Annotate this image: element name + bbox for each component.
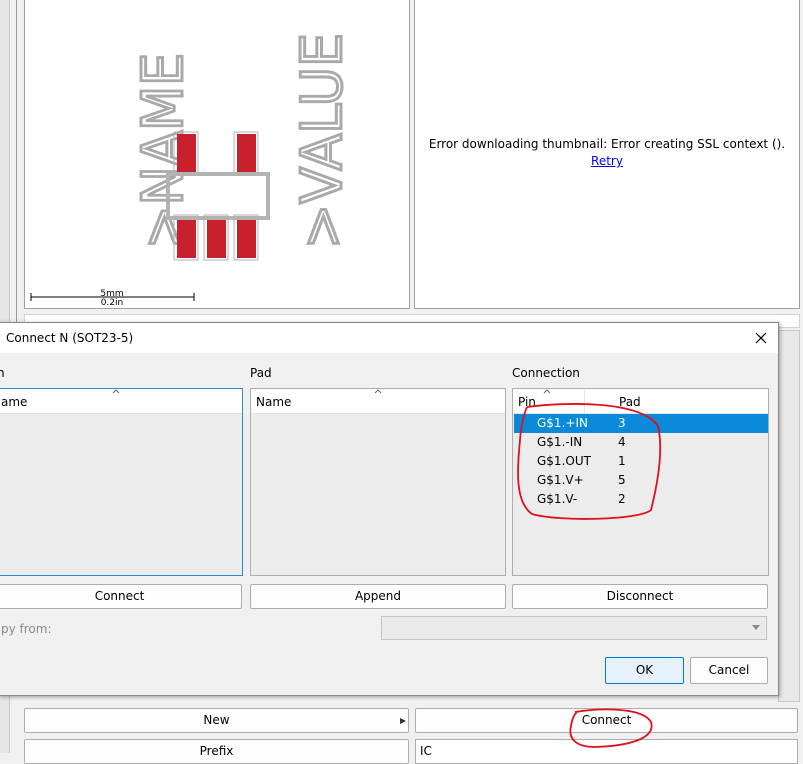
pin-col-header: ame <box>1 395 28 409</box>
connection-pin: G$1.V+ <box>537 473 584 487</box>
retry-link[interactable]: Retry <box>415 154 799 168</box>
connection-pad: 5 <box>618 473 626 487</box>
pad-section-label: Pad <box>250 366 272 380</box>
pin-list-header[interactable]: ame <box>0 389 242 414</box>
connection-row[interactable]: G$1.V+ 5 <box>514 471 768 490</box>
background-panel <box>778 330 800 702</box>
connection-row[interactable]: G$1.+IN 3 <box>514 414 768 433</box>
close-icon[interactable] <box>751 328 771 348</box>
scale-bar: 5mm 0.2in <box>30 289 195 308</box>
new-label: New <box>203 713 230 727</box>
connection-pin-header[interactable]: Pin <box>518 395 536 409</box>
connection-pad: 1 <box>618 454 626 468</box>
connection-list[interactable]: Pin Pad G$1.+IN 3 G$1.-IN 4 G$1.OUT 1 G$… <box>512 388 769 576</box>
connection-pad: 2 <box>618 492 626 506</box>
sort-arrow-icon <box>374 389 382 394</box>
connection-row[interactable]: G$1.V- 2 <box>514 490 768 509</box>
copy-from-label: py from: <box>1 622 52 636</box>
prefix-button[interactable]: Prefix <box>24 739 409 764</box>
append-button[interactable]: Append <box>250 584 506 609</box>
sort-arrow-icon <box>543 389 551 394</box>
cancel-button[interactable]: Cancel <box>690 657 768 684</box>
sort-arrow-icon <box>112 389 120 394</box>
pad-list-header[interactable]: Name <box>251 389 505 414</box>
connection-pad-header[interactable]: Pad <box>619 395 641 409</box>
connect-dialog: Connect N (SOT23-5) n ame Pad Name Conne… <box>0 322 779 696</box>
copy-from-select[interactable] <box>381 616 767 640</box>
connection-pin: G$1.+IN <box>537 416 588 430</box>
thumbnail-panel: Error downloading thumbnail: Error creat… <box>414 0 800 309</box>
pad-bottom-right <box>233 214 259 261</box>
connection-pin: G$1.OUT <box>537 454 591 468</box>
connection-rows: G$1.+IN 3 G$1.-IN 4 G$1.OUT 1 G$1.V+ 5 G… <box>513 414 768 514</box>
connection-pad: 3 <box>618 416 626 430</box>
prefix-field[interactable]: IC <box>415 739 798 764</box>
pad-col-header: Name <box>256 395 292 409</box>
dialog-title: Connect N (SOT23-5) <box>6 331 134 345</box>
connection-pin: G$1.V- <box>537 492 578 506</box>
connect-button[interactable]: Connect <box>0 584 242 609</box>
pad-top-right <box>233 131 259 176</box>
connection-pin: G$1.-IN <box>537 435 583 449</box>
prefix-value: IC <box>420 744 432 758</box>
connection-list-header[interactable]: Pin Pad <box>513 389 768 414</box>
dropdown-arrow-icon <box>400 718 406 724</box>
footprint-drawing: >NAME >VALUE 5mm 0.2in <box>30 32 357 308</box>
value-label: >VALUE <box>290 33 355 249</box>
connection-section-label: Connection <box>512 366 580 380</box>
window-left-divider <box>16 0 17 330</box>
disconnect-button[interactable]: Disconnect <box>512 584 768 609</box>
chevron-down-icon <box>752 625 760 630</box>
pad-top-left <box>173 131 199 176</box>
connection-row[interactable]: G$1.-IN 4 <box>514 433 768 452</box>
pad-bottom-left <box>173 214 199 261</box>
bottom-connect-button[interactable]: Connect <box>415 708 798 733</box>
new-button[interactable]: New <box>24 708 409 733</box>
dialog-titlebar: Connect N (SOT23-5) <box>0 323 778 353</box>
pad-list[interactable]: Name <box>250 388 506 576</box>
pin-list[interactable]: ame <box>0 388 243 576</box>
connection-row[interactable]: G$1.OUT 1 <box>514 452 768 471</box>
scale-in: 0.2in <box>101 298 124 308</box>
connection-pad: 4 <box>618 435 626 449</box>
thumbnail-error: Error downloading thumbnail: Error creat… <box>428 137 786 151</box>
ok-button[interactable]: OK <box>605 657 684 684</box>
pin-section-label: n <box>0 366 5 380</box>
pad-bottom-middle <box>203 214 229 261</box>
footprint-preview: >NAME >VALUE 5mm 0.2in <box>24 0 410 309</box>
